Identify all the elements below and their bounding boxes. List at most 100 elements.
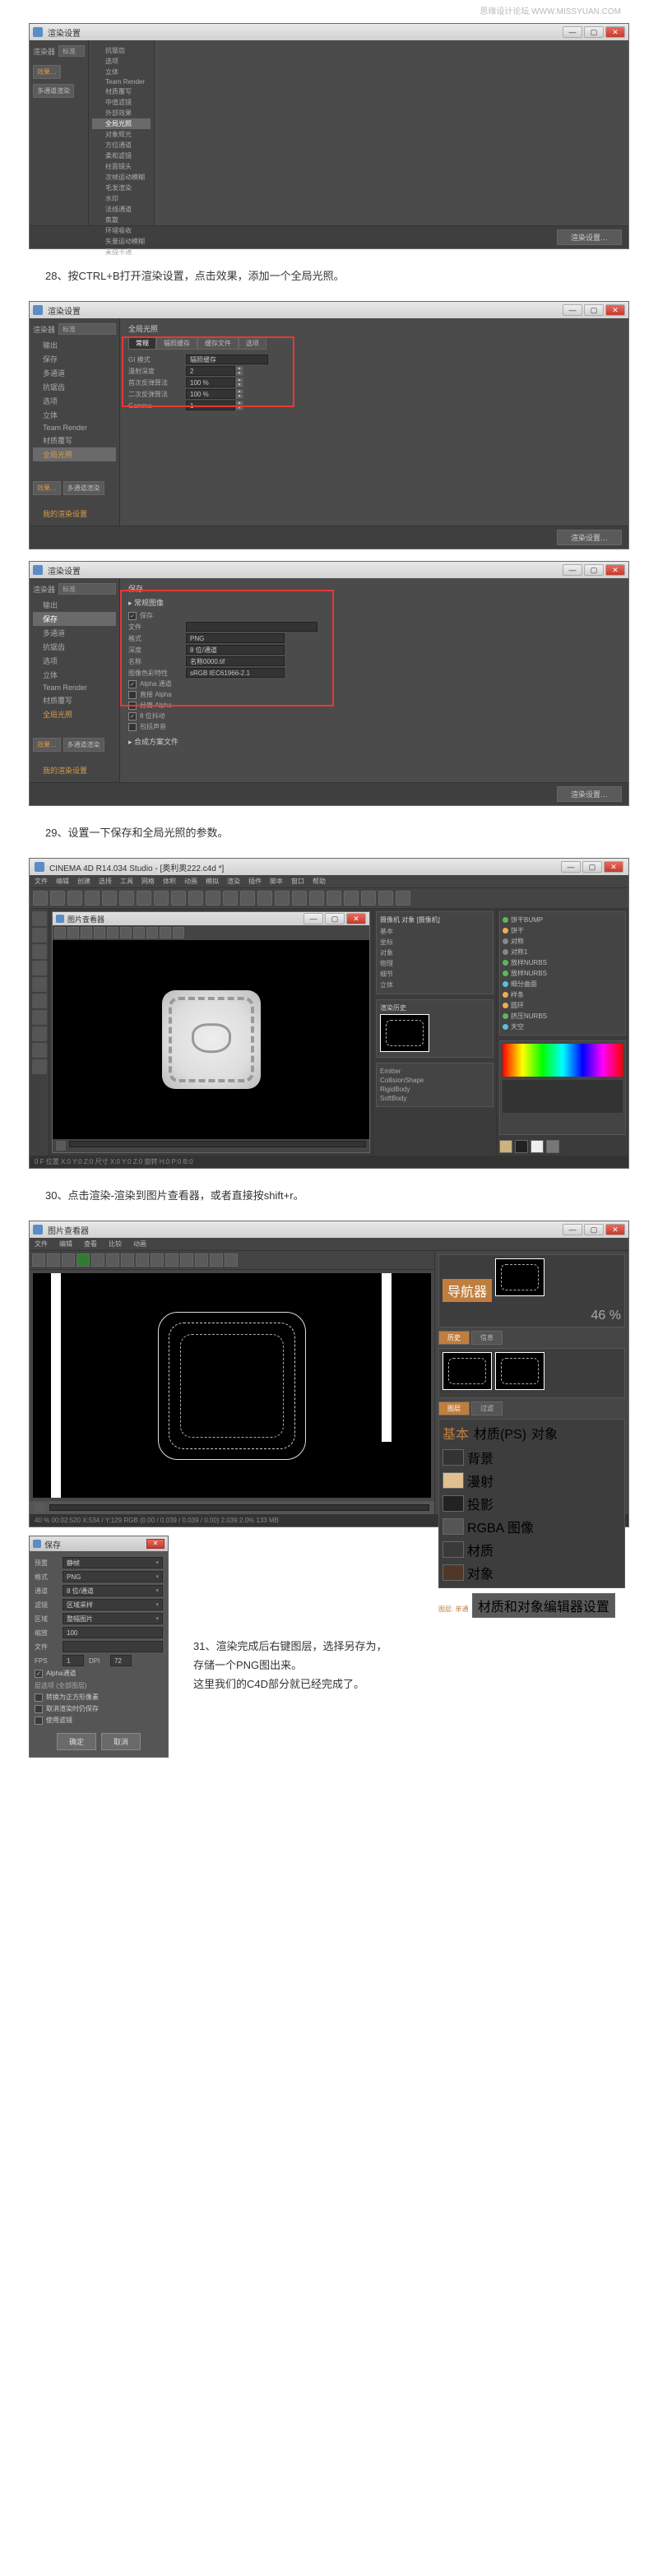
- layer-row[interactable]: 漫射: [443, 1469, 621, 1492]
- tool-button[interactable]: [275, 891, 290, 906]
- list-item[interactable]: 材质覆写: [92, 86, 151, 97]
- alpha-check[interactable]: ✓Alpha通道: [35, 1669, 163, 1678]
- tool-button[interactable]: [225, 1253, 238, 1267]
- tool-btn[interactable]: [107, 927, 118, 938]
- checkbox-dither[interactable]: ✓: [128, 712, 137, 720]
- attr-tab[interactable]: 立体: [380, 980, 489, 990]
- tool-button[interactable]: [91, 1253, 104, 1267]
- layers-tab[interactable]: 图层: [438, 1402, 470, 1415]
- material-swatch[interactable]: [546, 1140, 559, 1153]
- close-button[interactable]: ✕: [604, 861, 623, 873]
- maximize-button[interactable]: ▢: [584, 1224, 604, 1235]
- my-render-settings[interactable]: 我的渲染设置: [33, 507, 116, 521]
- play-btn[interactable]: [56, 1141, 66, 1151]
- file-input[interactable]: [186, 622, 317, 632]
- close-button[interactable]: ✕: [605, 564, 625, 576]
- cancel-button[interactable]: 取消: [101, 1733, 141, 1750]
- menu-item[interactable]: 创建: [77, 877, 90, 886]
- menu-item[interactable]: 选择: [99, 877, 112, 886]
- tool-button[interactable]: [137, 891, 151, 906]
- object-row[interactable]: 放样NURBS: [503, 968, 623, 979]
- list-item[interactable]: 次帧运动模糊: [92, 172, 151, 183]
- preset-item[interactable]: RigidBody: [380, 1085, 489, 1094]
- tool-button[interactable]: [67, 891, 82, 906]
- tool-btn[interactable]: [94, 927, 105, 938]
- section-regular[interactable]: ▸ 常规图像: [128, 597, 620, 608]
- menu-item[interactable]: 模拟: [206, 877, 219, 886]
- sidebar-item[interactable]: Team Render: [33, 422, 116, 433]
- multipass-button[interactable]: 多通道渲染: [33, 84, 74, 98]
- effects-button[interactable]: 效果…: [33, 738, 61, 752]
- menu-item[interactable]: 工具: [120, 877, 133, 886]
- tool-button[interactable]: [165, 1253, 178, 1267]
- tool-button[interactable]: [171, 891, 186, 906]
- list-item[interactable]: 立体: [92, 67, 151, 77]
- filter-tab[interactable]: 过滤: [471, 1402, 503, 1415]
- scale-input[interactable]: 100: [63, 1627, 163, 1638]
- tool-btn[interactable]: [81, 927, 92, 938]
- menu-item[interactable]: 插件: [248, 877, 262, 886]
- tool-button[interactable]: [378, 891, 393, 906]
- my-render-settings[interactable]: 我的渲染设置: [33, 763, 116, 777]
- tool-button[interactable]: [136, 1253, 149, 1267]
- object-row[interactable]: 对称1: [503, 947, 623, 957]
- sidebar-item[interactable]: 多通道: [33, 626, 116, 640]
- depth-select[interactable]: 8 位/通道: [186, 645, 285, 655]
- input[interactable]: 2: [186, 366, 235, 376]
- history-thumb[interactable]: [443, 1352, 492, 1390]
- tool-button[interactable]: [396, 891, 410, 906]
- maximize-button[interactable]: ▢: [582, 861, 602, 873]
- tool-btn[interactable]: [67, 927, 79, 938]
- list-item[interactable]: 抗锯齿: [92, 45, 151, 56]
- sidebar-item[interactable]: 多通道: [33, 366, 116, 380]
- object-row[interactable]: 圆环: [503, 1000, 623, 1011]
- sidebar-item[interactable]: 输出: [33, 338, 116, 352]
- format-select[interactable]: PNG: [186, 633, 285, 643]
- menu-item[interactable]: 文件: [35, 1239, 48, 1249]
- tool-button[interactable]: [257, 891, 272, 906]
- list-item-selected[interactable]: 全局光照: [92, 118, 151, 129]
- tool-button[interactable]: [151, 1253, 164, 1267]
- sidebar-item[interactable]: 全局光照: [33, 707, 116, 721]
- tool-button[interactable]: [33, 891, 48, 906]
- ok-button[interactable]: 确定: [57, 1733, 96, 1750]
- tool-button[interactable]: [240, 891, 255, 906]
- close-button[interactable]: ✕: [605, 304, 625, 316]
- multipass-button[interactable]: 多通道渲染: [63, 481, 104, 495]
- object-row[interactable]: 放样NURBS: [503, 957, 623, 968]
- tab-cache[interactable]: 缓存文件: [197, 337, 239, 350]
- file-input[interactable]: [63, 1641, 163, 1652]
- material-swatch[interactable]: [515, 1140, 528, 1153]
- layer-row[interactable]: 背景: [443, 1446, 621, 1469]
- tool-button[interactable]: [121, 1253, 134, 1267]
- menu-item[interactable]: 渲染: [227, 877, 240, 886]
- minimize-button[interactable]: —: [563, 26, 582, 38]
- tool-button[interactable]: [50, 891, 65, 906]
- tab-irradiance[interactable]: 辐照缓存: [156, 337, 197, 350]
- material-swatch[interactable]: [531, 1140, 544, 1153]
- dropdown[interactable]: 辐照缓存: [186, 354, 268, 364]
- menu-item[interactable]: 体积: [163, 877, 176, 886]
- maximize-button[interactable]: ▢: [325, 913, 345, 924]
- opt-check[interactable]: 使用滤镜: [35, 1716, 163, 1725]
- sidebar-item[interactable]: 保存: [33, 352, 116, 366]
- tool-btn[interactable]: [133, 927, 145, 938]
- depth-select[interactable]: 8 位/通道▾: [63, 1585, 163, 1596]
- attr-tab[interactable]: 坐标: [380, 937, 489, 947]
- menu-item[interactable]: 编辑: [56, 877, 69, 886]
- tool-button[interactable]: [85, 891, 100, 906]
- checkbox-save[interactable]: ✓: [128, 612, 137, 620]
- effects-button[interactable]: 效果…: [33, 65, 61, 79]
- preset-item[interactable]: SoftBody: [380, 1094, 489, 1103]
- menu-item[interactable]: 帮助: [313, 877, 326, 886]
- subtab[interactable]: 基本: [443, 1423, 469, 1443]
- menu-item[interactable]: 窗口: [291, 877, 304, 886]
- minimize-button[interactable]: —: [304, 913, 323, 924]
- tool-icon[interactable]: [32, 1026, 47, 1041]
- tool-icon[interactable]: [32, 911, 47, 926]
- list-item[interactable]: 选项: [92, 56, 151, 67]
- sidebar-item[interactable]: 选项: [33, 654, 116, 668]
- tool-btn[interactable]: [120, 927, 132, 938]
- multipass-button[interactable]: 多通道渲染: [63, 738, 104, 752]
- menu-item[interactable]: 网格: [141, 877, 155, 886]
